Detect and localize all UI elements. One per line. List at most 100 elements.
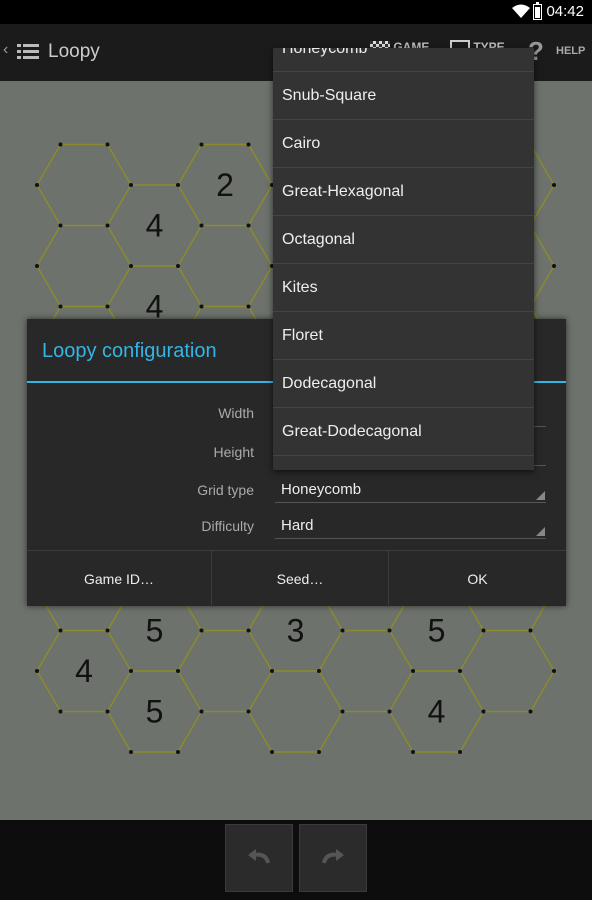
grid-edge[interactable]: [36, 144, 62, 186]
grid-edge[interactable]: [106, 711, 132, 753]
grid-edge[interactable]: [247, 670, 273, 712]
game-id-button[interactable]: Game ID…: [27, 551, 211, 607]
difficulty-spinner[interactable]: Hard: [281, 517, 314, 534]
grid-edge[interactable]: [459, 630, 485, 672]
cell-clue: 3: [287, 613, 305, 649]
grid-edge[interactable]: [529, 144, 555, 186]
grid-edge[interactable]: [247, 225, 273, 267]
grid-edge[interactable]: [177, 711, 203, 753]
grid-vertex-dot: [246, 628, 251, 633]
difficulty-dropdown-icon[interactable]: [536, 527, 545, 536]
dropdown-item[interactable]: Great-Hexagonal: [273, 168, 534, 216]
grid-type-label: Grid type: [197, 482, 254, 498]
grid-edge[interactable]: [388, 711, 414, 753]
height-label: Height: [213, 444, 254, 460]
grid-edge[interactable]: [247, 711, 273, 753]
dropdown-item[interactable]: Dodecagonal: [273, 360, 534, 408]
dropdown-item[interactable]: Snub-Square: [273, 72, 534, 120]
grid-edge[interactable]: [318, 711, 344, 753]
grid-edge[interactable]: [106, 670, 132, 712]
grid-type-spinner[interactable]: Honeycomb: [281, 481, 361, 498]
dialog-title: Loopy configuration: [42, 340, 217, 362]
grid-edge[interactable]: [318, 630, 344, 672]
grid-vertex-dot: [129, 264, 133, 268]
grid-edge[interactable]: [529, 630, 555, 672]
grid-vertex-dot: [481, 709, 486, 714]
cell-clue: 5: [146, 613, 164, 649]
grid-vertex-dot: [105, 628, 110, 633]
grid-edge[interactable]: [247, 630, 273, 672]
grid-edge[interactable]: [177, 144, 203, 186]
difficulty-label: Difficulty: [201, 518, 254, 534]
grid-edge[interactable]: [388, 670, 414, 712]
grid-vertex-dot: [58, 628, 63, 633]
grid-vertex-dot: [199, 304, 204, 309]
dropdown-item[interactable]: Floret: [273, 312, 534, 360]
grid-vertex-dot: [176, 183, 180, 187]
app-title[interactable]: Loopy: [48, 41, 100, 63]
grid-vertex-dot: [270, 669, 274, 673]
grid-edge[interactable]: [36, 265, 62, 307]
list-icon[interactable]: [17, 43, 39, 61]
grid-vertex-dot: [129, 183, 133, 187]
undo-icon: [248, 849, 270, 864]
grid-vertex-dot: [58, 142, 63, 147]
grid-edge[interactable]: [388, 630, 414, 672]
grid-vertex-dot: [458, 669, 462, 673]
dropdown-divider: [273, 455, 534, 456]
grid-edge[interactable]: [36, 184, 62, 226]
grid-edge[interactable]: [36, 225, 62, 267]
grid-edge[interactable]: [177, 630, 203, 672]
help-button[interactable]: HELP: [556, 45, 585, 57]
grid-edge[interactable]: [177, 265, 203, 307]
grid-edge[interactable]: [106, 184, 132, 226]
grid-edge[interactable]: [247, 265, 273, 307]
grid-vertex-dot: [317, 750, 321, 754]
grid-edge[interactable]: [247, 184, 273, 226]
grid-edge[interactable]: [529, 225, 555, 267]
grid-vertex-dot: [105, 709, 110, 714]
grid-vertex-dot: [528, 709, 533, 714]
cell-clue: 4: [146, 208, 164, 244]
back-caret-icon[interactable]: ‹: [3, 41, 8, 59]
grid-vertex-dot: [129, 669, 133, 673]
grid-edge[interactable]: [529, 265, 555, 307]
cell-clue: 5: [146, 694, 164, 730]
dropdown-item[interactable]: Kites: [273, 264, 534, 312]
undo-button[interactable]: [225, 824, 293, 892]
status-bar: 04:42: [0, 0, 592, 24]
dropdown-item[interactable]: Octagonal: [273, 216, 534, 264]
grid-edge[interactable]: [318, 670, 344, 712]
dropdown-item[interactable]: Great-Dodecagonal: [273, 408, 534, 456]
grid-edge[interactable]: [529, 184, 555, 226]
grid-edge[interactable]: [177, 184, 203, 226]
grid-edge[interactable]: [106, 265, 132, 307]
grid-vertex-dot: [458, 750, 462, 754]
grid-vertex-dot: [58, 709, 63, 714]
grid-vertex-dot: [340, 709, 345, 714]
grid-edge[interactable]: [106, 630, 132, 672]
grid-edge[interactable]: [177, 225, 203, 267]
seed-button[interactable]: Seed…: [212, 551, 388, 607]
grid-edge[interactable]: [177, 670, 203, 712]
grid-vertex-dot: [387, 628, 392, 633]
redo-button[interactable]: [299, 824, 367, 892]
grid-edge[interactable]: [529, 670, 555, 712]
dropdown-item[interactable]: Cairo: [273, 120, 534, 168]
grid-edge[interactable]: [459, 711, 485, 753]
grid-type-dropdown-list[interactable]: Honeycomb Snub-Square Cairo Great-Hexago…: [273, 48, 534, 470]
grid-edge[interactable]: [459, 670, 485, 712]
grid-type-dropdown-icon[interactable]: [536, 491, 545, 500]
grid-edge[interactable]: [36, 670, 62, 712]
dropdown-item-honeycomb[interactable]: Honeycomb: [273, 48, 534, 73]
clock: 04:42: [546, 3, 584, 20]
grid-edge[interactable]: [36, 630, 62, 672]
grid-vertex-dot: [35, 183, 39, 187]
grid-vertex-dot: [411, 750, 415, 754]
grid-vertex-dot: [528, 628, 533, 633]
grid-edge[interactable]: [106, 144, 132, 186]
grid-edge[interactable]: [247, 144, 273, 186]
ok-button[interactable]: OK: [389, 551, 566, 607]
grid-edge[interactable]: [106, 225, 132, 267]
grid-type-underline: [275, 502, 546, 503]
